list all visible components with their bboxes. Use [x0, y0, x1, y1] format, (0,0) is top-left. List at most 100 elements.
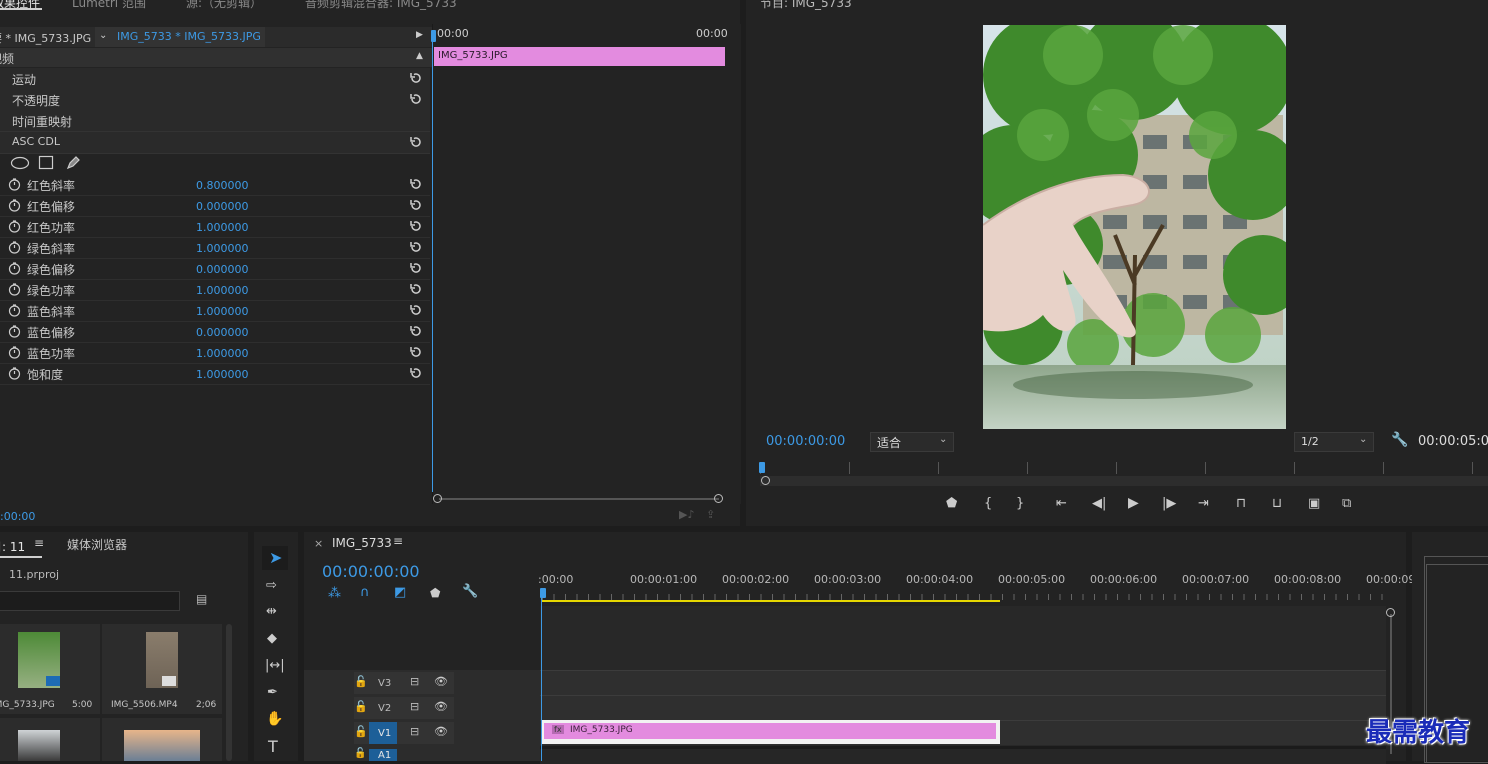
sequence-clip-dropdown[interactable]: ⌄ IMG_5733 * IMG_5733.JPG — [95, 27, 265, 47]
selection-tool[interactable]: ➤ — [262, 546, 288, 570]
ellipse-mask-icon[interactable] — [10, 156, 30, 170]
reset-icon[interactable] — [409, 240, 423, 254]
stopwatch-icon[interactable] — [8, 346, 21, 359]
reset-icon[interactable] — [409, 219, 423, 233]
stopwatch-icon[interactable] — [8, 325, 21, 338]
reset-icon[interactable] — [409, 366, 423, 380]
tab-project[interactable]: 项目: 11 — [0, 538, 25, 555]
media-item[interactable] — [102, 718, 222, 761]
media-item[interactable]: IMG_5506.MP4 2;06 — [102, 624, 222, 714]
stopwatch-icon[interactable] — [8, 262, 21, 275]
property-row[interactable]: 绿色功率 1.000000 — [0, 279, 430, 301]
reset-icon[interactable] — [409, 282, 423, 296]
lift-icon[interactable]: ⊓ — [1236, 496, 1246, 511]
tab-media-browser[interactable]: 媒体浏览器 — [67, 536, 127, 553]
track-header-v3[interactable]: 🔓 V3 ⊟ 👁 — [354, 672, 454, 694]
property-value[interactable]: 0.000000 — [196, 263, 249, 276]
tab-source[interactable]: 源:（无剪辑） — [186, 0, 262, 11]
timeline-playhead[interactable] — [541, 592, 542, 761]
property-value[interactable]: 0.000000 — [196, 326, 249, 339]
resolution-dropdown[interactable]: 1/2 ⌄ — [1294, 432, 1374, 452]
play-icon[interactable]: ▶ — [1128, 495, 1139, 511]
new-bin-icon[interactable]: ▤ — [196, 592, 207, 606]
pen-icon[interactable]: ✒ — [267, 685, 278, 700]
property-value[interactable]: 1.000000 — [196, 284, 249, 297]
linked-selection-icon[interactable]: ◩ — [394, 585, 406, 600]
collapse-icon[interactable]: ▲ — [416, 51, 423, 61]
slip-icon[interactable]: |↔| — [265, 658, 285, 673]
reset-icon[interactable] — [409, 198, 423, 212]
nest-icon[interactable]: ⁂ — [328, 586, 341, 601]
property-value[interactable]: 1.000000 — [196, 347, 249, 360]
sequence-tab[interactable]: IMG_5733 — [332, 536, 392, 550]
property-value[interactable]: 0.000000 — [196, 200, 249, 213]
group-opacity[interactable]: 不透明度 — [0, 89, 430, 111]
hand-icon[interactable]: ✋ — [266, 711, 283, 727]
marker-icon[interactable]: ⬟ — [946, 496, 957, 511]
stopwatch-icon[interactable] — [8, 283, 21, 296]
property-value[interactable]: 1.000000 — [196, 242, 249, 255]
extract-icon[interactable]: ⊔ — [1272, 496, 1282, 511]
group-asc-cdl[interactable]: ASC CDL — [0, 132, 430, 154]
ec-timecode[interactable]: 00:00:00 — [0, 510, 35, 523]
menu-icon[interactable]: ≡ — [393, 534, 403, 548]
reset-icon[interactable] — [409, 345, 423, 359]
snap-icon[interactable]: ∩ — [360, 585, 370, 600]
camera-icon[interactable]: ▣ — [1308, 496, 1320, 511]
wrench-icon[interactable]: 🔧 — [462, 584, 478, 599]
program-timecode[interactable]: 00:00:00:00 — [766, 434, 845, 449]
ec-playhead-head[interactable] — [431, 30, 436, 42]
eye-icon[interactable]: 👁 — [434, 725, 448, 738]
fit-dropdown[interactable]: 适合 ⌄ — [870, 432, 954, 452]
property-value[interactable]: 1.000000 — [196, 305, 249, 318]
project-scrollbar[interactable] — [226, 624, 232, 761]
group-time-remap[interactable]: 时间重映射 — [0, 110, 430, 132]
reset-icon[interactable] — [409, 135, 423, 149]
stopwatch-icon[interactable] — [8, 241, 21, 254]
tab-lumetri[interactable]: Lumetri 范围 — [72, 0, 146, 11]
stopwatch-icon[interactable] — [8, 367, 21, 380]
timeline-timecode[interactable]: 00:00:00:00 — [322, 562, 420, 581]
ripple-edit-icon[interactable]: ⇹ — [266, 604, 277, 619]
scroll-handle-left[interactable] — [433, 494, 442, 503]
timeline-clip[interactable]: fx IMG_5733.JPG — [542, 720, 1000, 744]
property-row[interactable]: 蓝色偏移 0.000000 — [0, 321, 430, 343]
sync-lock-icon[interactable]: ⊟ — [410, 725, 419, 738]
property-value[interactable]: 1.000000 — [196, 368, 249, 381]
stopwatch-icon[interactable] — [8, 199, 21, 212]
lock-icon[interactable]: 🔓 — [354, 748, 366, 759]
close-icon[interactable]: × — [314, 537, 323, 550]
property-row[interactable]: 红色功率 1.000000 — [0, 216, 430, 238]
property-row[interactable]: 饱和度 1.000000 — [0, 363, 430, 385]
work-area-bar[interactable] — [542, 600, 1000, 602]
reset-icon[interactable] — [409, 324, 423, 338]
reset-icon[interactable] — [409, 177, 423, 191]
timeline-playhead-head[interactable] — [540, 588, 546, 598]
ec-zoom-scrollbar[interactable] — [433, 494, 723, 504]
track-select-icon[interactable]: ⇨ — [266, 578, 277, 593]
media-item[interactable] — [0, 718, 100, 761]
program-playhead[interactable] — [759, 462, 765, 473]
scroll-handle-left[interactable] — [761, 476, 770, 485]
audio-filter-icon[interactable]: ▶♪ — [679, 508, 694, 521]
track-header-v1[interactable]: 🔓 V1 ⊟ 👁 — [354, 722, 454, 744]
sync-lock-icon[interactable]: ⊟ — [410, 700, 419, 713]
property-row[interactable]: 红色斜率 0.800000 — [0, 174, 430, 196]
track-header-v2[interactable]: 🔓 V2 ⊟ 👁 — [354, 697, 454, 719]
step-back-icon[interactable]: ◀| — [1092, 496, 1106, 511]
eye-icon[interactable]: 👁 — [434, 675, 448, 688]
track-header-a1[interactable]: 🔓 A1 — [354, 748, 504, 761]
stopwatch-icon[interactable] — [8, 178, 21, 191]
clip-bar[interactable]: IMG_5733.JPG — [434, 47, 725, 66]
step-forward-icon[interactable]: |▶ — [1162, 496, 1176, 511]
eye-icon[interactable]: 👁 — [434, 700, 448, 713]
compare-icon[interactable]: ⧉ — [1342, 496, 1351, 511]
export-icon[interactable]: ⇪ — [706, 508, 715, 521]
property-value[interactable]: 1.000000 — [196, 221, 249, 234]
go-to-out-icon[interactable]: ⇥ — [1198, 496, 1209, 511]
menu-icon[interactable]: ≡ — [34, 536, 44, 550]
stopwatch-icon[interactable] — [8, 304, 21, 317]
tab-audio-mixer[interactable]: 音频剪辑混合器: IMG_5733 — [305, 0, 457, 11]
reset-icon[interactable] — [409, 261, 423, 275]
rectangle-mask-icon[interactable] — [38, 155, 54, 171]
